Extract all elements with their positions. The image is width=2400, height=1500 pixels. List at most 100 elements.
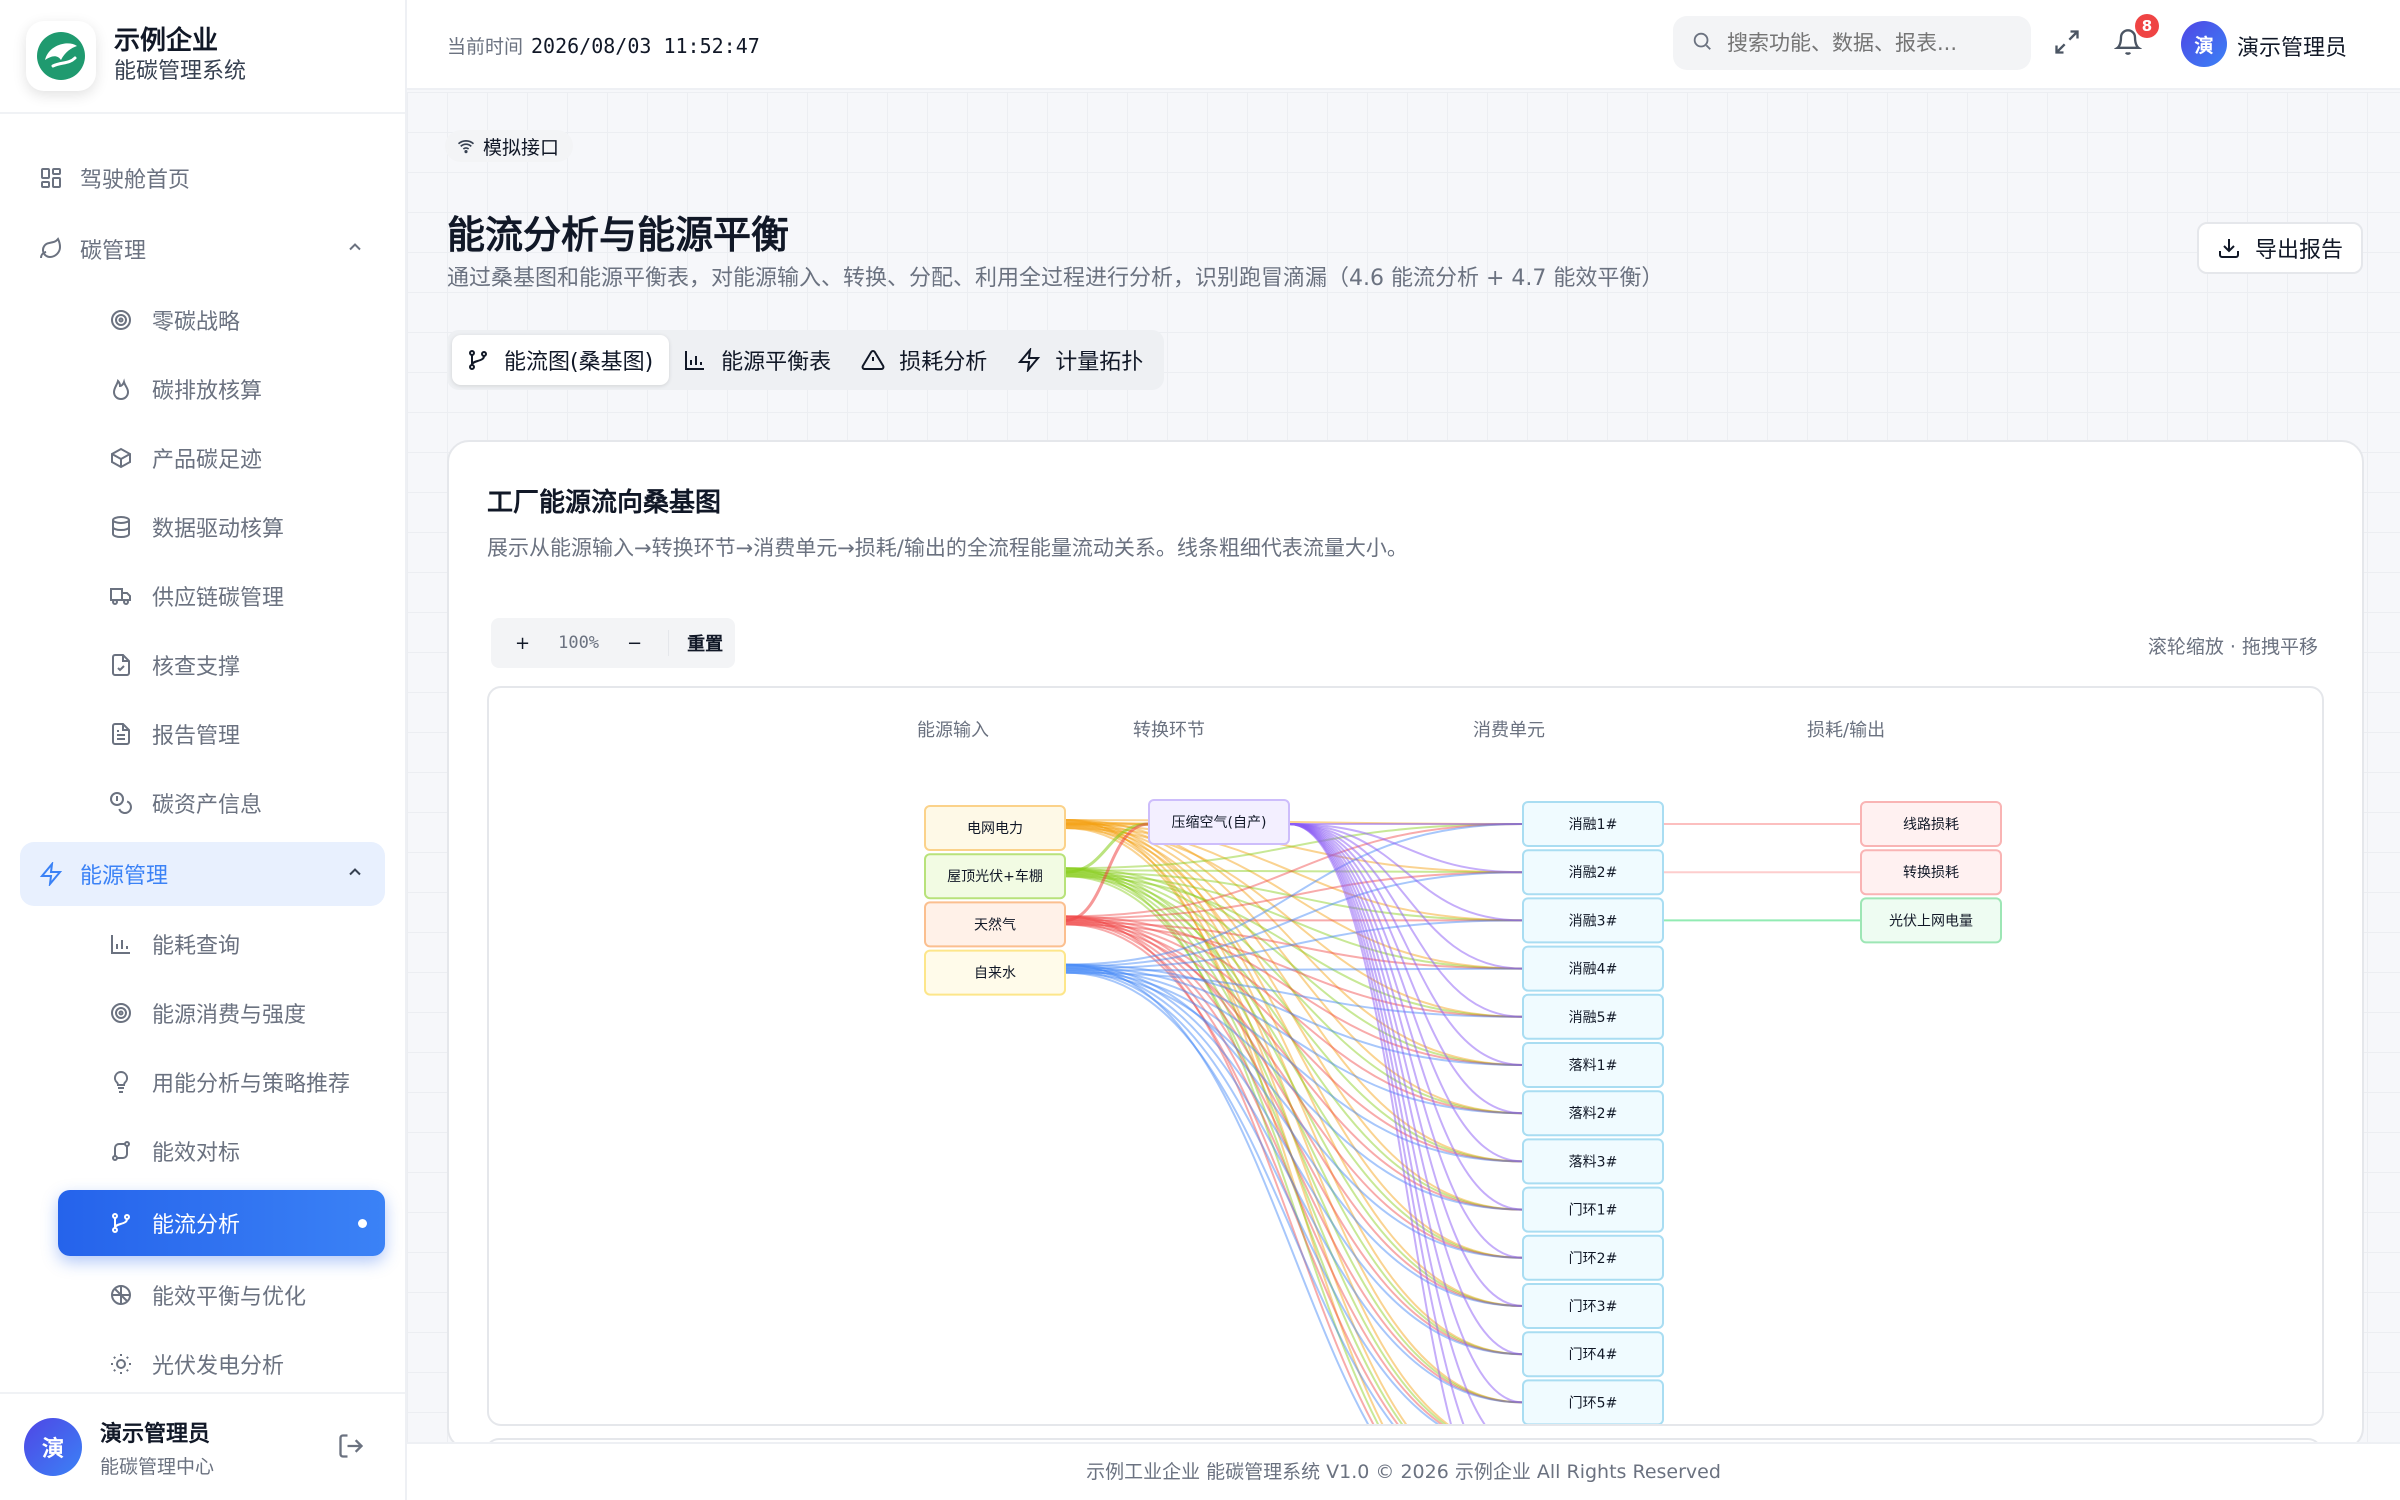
sankey-link <box>1064 965 1524 1356</box>
sankey-consumer-node-label: 消融4# <box>1569 962 1618 978</box>
global-search[interactable] <box>1673 16 2031 70</box>
sidebar-item-carbon-assets[interactable]: 碳资产信息 <box>0 773 405 833</box>
sidebar-item-label: 核查支撑 <box>152 655 241 680</box>
card-description: 展示从能源输入→转换环节→消费单元→损耗/输出的全流程能量流动关系。线条粗细代表… <box>487 536 1408 560</box>
sankey-output-node-label: 转换损耗 <box>1903 864 1959 881</box>
header-user-name[interactable]: 演示管理员 <box>2237 30 2347 62</box>
reset-button[interactable]: 重置 <box>668 630 723 656</box>
user-name: 演示管理员 <box>100 1421 211 1447</box>
sidebar-item-energy-query[interactable]: 能耗查询 <box>0 914 405 974</box>
footer: 示例工业企业 能碳管理系统 V1.0 © 2026 示例企业 All Right… <box>407 1442 2400 1500</box>
top-header: 当前时间 2026/08/03 11:52:47 8 演 演示管理员 <box>407 0 2400 90</box>
sun-icon <box>108 1351 134 1377</box>
brand: 示例企业 能碳管理系统 <box>0 0 405 114</box>
sankey-link <box>1064 921 1444 1424</box>
time-value: 2026/08/03 11:52:47 <box>531 34 760 58</box>
sankey-canvas[interactable]: 能源输入 转换环节 消费单元 损耗/输出 电网电力 屋顶光伏+车棚 天然气 自来水 压缩空气(自… <box>487 686 2324 1426</box>
leaf-icon <box>38 236 64 262</box>
sidebar-item-label: 产品碳足迹 <box>152 448 263 473</box>
sankey-source-node: 屋顶光伏+车棚 <box>924 853 1066 900</box>
sidebar-item-label: 碳管理 <box>80 239 147 264</box>
brand-logo[interactable] <box>26 21 96 91</box>
zoom-out-button[interactable]: − <box>615 633 654 654</box>
sidebar-item-usage-strategy[interactable]: 用能分析与策略推荐 <box>0 1052 405 1112</box>
avatar[interactable]: 演 <box>24 1418 82 1476</box>
box-icon <box>108 445 134 471</box>
search-icon <box>1691 30 1713 56</box>
sidebar-item-pv-analysis[interactable]: 光伏发电分析 <box>0 1334 405 1394</box>
sidebar-item-label: 零碳战略 <box>152 310 241 335</box>
sankey-output-node-label: 光伏上网电量 <box>1889 913 1973 929</box>
sankey-consumer-node-label: 落料2# <box>1569 1106 1618 1122</box>
sidebar-item-label: 数据驱动核算 <box>152 517 285 542</box>
sankey-consumer-node-label: 落料3# <box>1569 1154 1618 1170</box>
sankey-output-node: 光伏上网电量 <box>1860 897 2002 944</box>
sankey-consumer-node: 消融3# <box>1522 897 1664 944</box>
sidebar: 示例企业 能碳管理系统 驾驶舱首页 碳管理 零碳战略 碳排放核算 产品碳足迹 数… <box>0 0 407 1500</box>
sidebar-item-supply-chain[interactable]: 供应链碳管理 <box>0 566 405 626</box>
sidebar-item-zero-carbon[interactable]: 零碳战略 <box>0 290 405 350</box>
sidebar-item-energy-intensity[interactable]: 能源消费与强度 <box>0 983 405 1043</box>
sankey-column-header: 消费单元 <box>1473 720 1545 741</box>
leaf-logo-icon <box>37 32 85 80</box>
sankey-consumer-node: 消融5# <box>1522 993 1664 1040</box>
tab-balance-table[interactable]: 能源平衡表 <box>669 335 847 385</box>
view-tabs: 能流图(桑基图) 能源平衡表 损耗分析 计量拓扑 <box>447 330 1165 390</box>
sankey-source-node-label: 电网电力 <box>967 821 1023 837</box>
notification-badge: 8 <box>2135 14 2159 38</box>
bolt-icon <box>1018 348 1041 372</box>
chevron-up-icon <box>345 237 365 263</box>
sankey-consumer-node-label: 门环1# <box>1569 1203 1618 1219</box>
sidebar-item-verification[interactable]: 核查支撑 <box>0 635 405 695</box>
search-input[interactable] <box>1727 31 2007 55</box>
file-check-icon <box>108 652 134 678</box>
zoom-in-button[interactable]: + <box>503 633 542 654</box>
bar-chart-icon <box>108 931 134 957</box>
sidebar-item-label: 供应链碳管理 <box>152 586 285 611</box>
tab-label: 损耗分析 <box>899 350 988 375</box>
sidebar-item-product-footprint[interactable]: 产品碳足迹 <box>0 428 405 488</box>
sankey-conversion-node-label: 压缩空气(自产) <box>1172 815 1267 831</box>
logout-icon[interactable] <box>337 1432 365 1464</box>
sankey-source-node-label: 天然气 <box>974 916 1016 933</box>
bolt-icon <box>38 861 64 887</box>
sankey-consumer-node-label: 门环5# <box>1569 1395 1618 1411</box>
sankey-consumer-node-label: 门环4# <box>1569 1347 1618 1363</box>
sidebar-item-data-driven[interactable]: 数据驱动核算 <box>0 497 405 557</box>
sidebar-item-balance-optimization[interactable]: 能效平衡与优化 <box>0 1265 405 1325</box>
tab-metering-topology[interactable]: 计量拓扑 <box>1003 335 1159 385</box>
sidebar-item-label: 驾驶舱首页 <box>80 168 191 193</box>
page-description: 通过桑基图和能源平衡表，对能源输入、转换、分配、利用全过程进行分析，识别跑冒滴漏… <box>447 266 1664 291</box>
tab-loss-analysis[interactable]: 损耗分析 <box>847 335 1003 385</box>
avatar[interactable]: 演 <box>2181 21 2227 67</box>
sankey-output-node: 线路损耗 <box>1860 801 2002 847</box>
export-label: 导出报告 <box>2254 238 2343 263</box>
sidebar-item-cockpit[interactable]: 驾驶舱首页 <box>0 148 405 208</box>
target-icon <box>108 1000 134 1026</box>
sidebar-group-energy[interactable]: 能源管理 <box>20 842 385 906</box>
card-title: 工厂能源流向桑基图 <box>487 488 722 518</box>
sidebar-group-carbon[interactable]: 碳管理 <box>0 219 405 279</box>
sankey-consumer-node: 落料3# <box>1522 1138 1664 1185</box>
fullscreen-icon[interactable] <box>2053 28 2081 60</box>
sankey-column-header: 转换环节 <box>1133 720 1205 741</box>
sidebar-item-benchmark[interactable]: 能效对标 <box>0 1121 405 1181</box>
time-label: 当前时间 <box>447 36 524 58</box>
sankey-diagram[interactable]: 能源输入 转换环节 消费单元 损耗/输出电网电力屋顶光伏+车棚天然气自来水 压缩空气(自… <box>489 688 2324 1426</box>
export-report-button[interactable]: 导出报告 <box>2197 222 2363 274</box>
sankey-consumer-node: 落料1# <box>1522 1042 1664 1088</box>
sankey-link <box>1064 867 1380 1424</box>
database-icon <box>108 514 134 540</box>
sankey-consumer-node: 门环2# <box>1522 1234 1664 1281</box>
sankey-consumer-node-label: 落料1# <box>1569 1058 1618 1074</box>
grid-icon <box>38 165 64 191</box>
sankey-source-node-label: 屋顶光伏+车棚 <box>947 868 1043 885</box>
sidebar-item-reports[interactable]: 报告管理 <box>0 704 405 764</box>
sidebar-item-emission-accounting[interactable]: 碳排放核算 <box>0 359 405 419</box>
tab-sankey[interactable]: 能流图(桑基图) <box>452 335 670 385</box>
sidebar-item-energy-flow[interactable]: 能流分析 <box>58 1190 385 1256</box>
sankey-conversion-node: 压缩空气(自产) <box>1148 799 1290 845</box>
sankey-consumer-node-label: 门环2# <box>1569 1251 1618 1267</box>
coins-icon <box>108 790 134 816</box>
sankey-card: 工厂能源流向桑基图 展示从能源输入→转换环节→消费单元→损耗/输出的全流程能量流… <box>447 440 2364 1450</box>
